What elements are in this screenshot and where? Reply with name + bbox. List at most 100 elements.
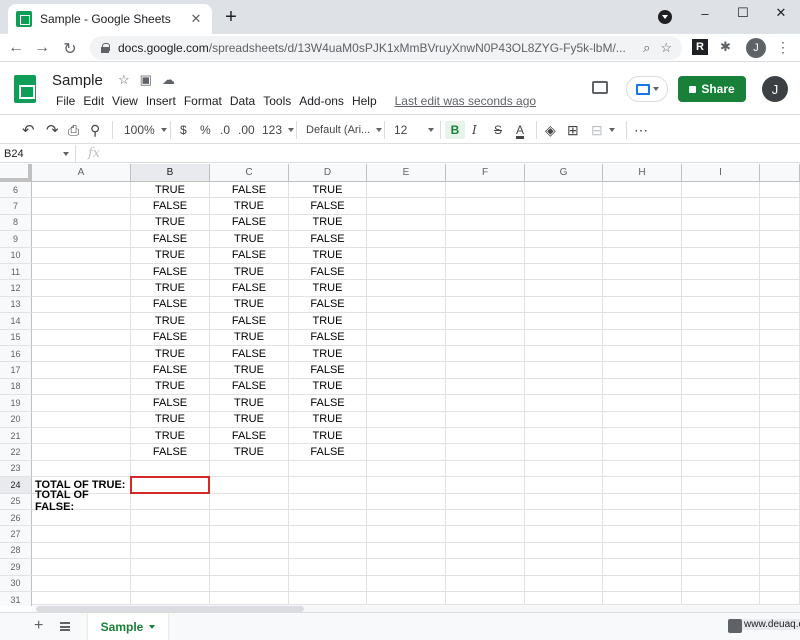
cell[interactable] bbox=[525, 411, 603, 428]
fill-color-icon[interactable]: ◈ bbox=[545, 121, 556, 139]
menu-view[interactable]: View bbox=[108, 94, 142, 108]
cell[interactable] bbox=[603, 428, 682, 445]
cell[interactable] bbox=[760, 493, 800, 510]
cell[interactable] bbox=[367, 575, 446, 592]
row-header[interactable]: 15 bbox=[0, 329, 32, 346]
currency-format-button[interactable]: $ bbox=[180, 121, 187, 139]
row-header[interactable]: 9 bbox=[0, 231, 32, 248]
cell[interactable] bbox=[289, 510, 367, 527]
text-color-button[interactable]: A bbox=[516, 121, 524, 139]
cell[interactable] bbox=[603, 329, 682, 346]
cell[interactable]: TRUE bbox=[131, 313, 210, 330]
cell[interactable] bbox=[603, 247, 682, 264]
sheet-tab-sample[interactable]: Sample bbox=[88, 613, 168, 640]
cell[interactable] bbox=[760, 280, 800, 297]
row-header[interactable]: 19 bbox=[0, 395, 32, 412]
cell[interactable] bbox=[760, 575, 800, 592]
row-header[interactable]: 16 bbox=[0, 346, 32, 363]
cell[interactable] bbox=[367, 477, 446, 494]
back-button[interactable]: ← bbox=[6, 39, 26, 57]
cell[interactable] bbox=[32, 411, 131, 428]
row-header[interactable]: 22 bbox=[0, 444, 32, 461]
row-header[interactable]: 28 bbox=[0, 542, 32, 560]
cell[interactable] bbox=[446, 460, 525, 478]
cell[interactable] bbox=[32, 526, 131, 543]
font-family-select[interactable]: Default (Ari... bbox=[306, 121, 382, 139]
cell[interactable]: FALSE bbox=[289, 296, 367, 314]
cell[interactable] bbox=[603, 346, 682, 363]
cell[interactable]: TRUE bbox=[289, 182, 367, 199]
cell[interactable] bbox=[446, 362, 525, 379]
cell[interactable] bbox=[367, 493, 446, 510]
cell[interactable] bbox=[131, 493, 210, 510]
cell[interactable] bbox=[32, 264, 131, 281]
cell[interactable] bbox=[131, 542, 210, 560]
cell[interactable]: TOTAL OF FALSE: bbox=[32, 489, 131, 513]
cell[interactable] bbox=[131, 510, 210, 527]
cell[interactable] bbox=[525, 559, 603, 576]
browser-tab[interactable]: Sample - Google Sheets ✕ bbox=[8, 4, 212, 34]
cell[interactable] bbox=[210, 559, 289, 576]
cell[interactable] bbox=[682, 542, 760, 560]
cell[interactable]: TRUE bbox=[210, 411, 289, 428]
forward-button[interactable]: → bbox=[32, 39, 52, 57]
cell[interactable] bbox=[367, 444, 446, 461]
cell[interactable] bbox=[525, 542, 603, 560]
cell[interactable] bbox=[760, 313, 800, 330]
cell[interactable] bbox=[446, 542, 525, 560]
cell[interactable] bbox=[760, 247, 800, 264]
column-header-c[interactable]: C bbox=[210, 164, 289, 182]
cell[interactable] bbox=[603, 214, 682, 232]
cell[interactable]: FALSE bbox=[131, 444, 210, 461]
cell[interactable] bbox=[525, 296, 603, 314]
cell[interactable]: FALSE bbox=[210, 346, 289, 363]
cell[interactable]: FALSE bbox=[210, 247, 289, 264]
cell[interactable] bbox=[367, 264, 446, 281]
row-header[interactable]: 29 bbox=[0, 559, 32, 576]
cell[interactable] bbox=[131, 526, 210, 543]
cell[interactable] bbox=[603, 526, 682, 543]
cell[interactable] bbox=[603, 575, 682, 592]
new-tab-button[interactable]: + bbox=[220, 6, 242, 29]
cell[interactable] bbox=[682, 460, 760, 478]
cell[interactable] bbox=[367, 182, 446, 199]
row-header[interactable]: 17 bbox=[0, 362, 32, 379]
menu-file[interactable]: File bbox=[52, 94, 79, 108]
cell[interactable] bbox=[367, 231, 446, 248]
zoom-select[interactable]: 100% bbox=[124, 121, 167, 139]
cell[interactable]: FALSE bbox=[210, 428, 289, 445]
present-button[interactable] bbox=[626, 76, 668, 102]
cell[interactable] bbox=[603, 198, 682, 215]
cell[interactable] bbox=[367, 395, 446, 412]
row-header[interactable]: 27 bbox=[0, 526, 32, 543]
cell[interactable] bbox=[32, 542, 131, 560]
cell[interactable] bbox=[210, 526, 289, 543]
cell[interactable] bbox=[367, 559, 446, 576]
row-header[interactable]: 31 bbox=[0, 592, 32, 606]
cell[interactable]: FALSE bbox=[210, 313, 289, 330]
cell[interactable] bbox=[446, 411, 525, 428]
cell[interactable]: FALSE bbox=[131, 264, 210, 281]
column-header-i[interactable]: I bbox=[682, 164, 760, 182]
cell[interactable] bbox=[289, 542, 367, 560]
cell[interactable] bbox=[446, 280, 525, 297]
cell[interactable] bbox=[525, 198, 603, 215]
cell[interactable]: FALSE bbox=[131, 198, 210, 215]
spreadsheet-grid[interactable]: A B C D E F G H I 6 TRUE FALSE TRUE 7 FALSE TRUE FALSE 8 T… bbox=[0, 164, 800, 606]
print-icon[interactable]: ⎙ bbox=[68, 121, 79, 139]
cell[interactable]: TRUE bbox=[289, 247, 367, 264]
cell[interactable] bbox=[682, 559, 760, 576]
cell[interactable] bbox=[603, 296, 682, 314]
cell[interactable] bbox=[367, 346, 446, 363]
menu-insert[interactable]: Insert bbox=[142, 94, 180, 108]
cell[interactable] bbox=[760, 510, 800, 527]
cell[interactable] bbox=[682, 280, 760, 297]
add-sheet-button[interactable]: + bbox=[34, 617, 43, 635]
cell[interactable] bbox=[682, 428, 760, 445]
cell[interactable] bbox=[446, 182, 525, 199]
cell[interactable] bbox=[446, 526, 525, 543]
cell[interactable]: TRUE bbox=[210, 231, 289, 248]
cell[interactable] bbox=[32, 313, 131, 330]
cell[interactable]: TRUE bbox=[289, 411, 367, 428]
cell[interactable] bbox=[32, 329, 131, 346]
